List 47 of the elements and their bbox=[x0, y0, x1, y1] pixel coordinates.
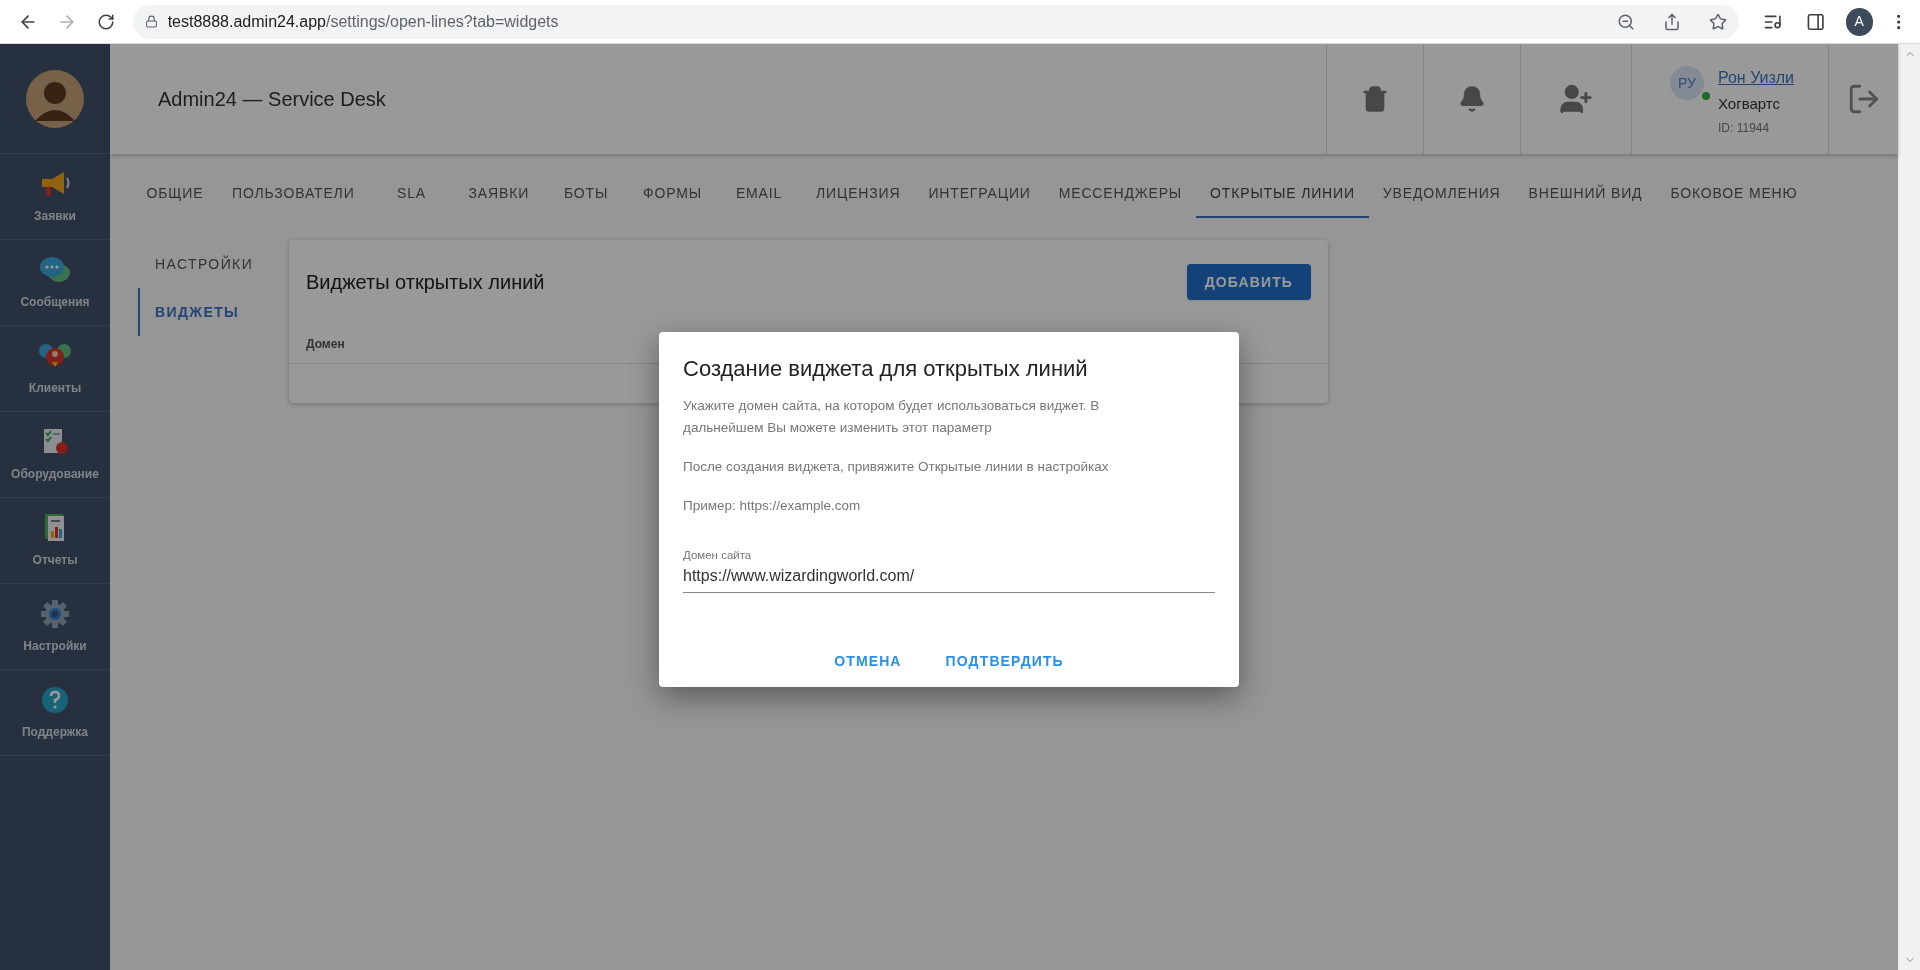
settings-tab[interactable]: ФОРМЫ bbox=[629, 170, 717, 218]
url-text: test8888.admin24.app/settings/open-lines?tab=widgets bbox=[167, 11, 559, 32]
side-panel-icon[interactable] bbox=[1806, 11, 1826, 32]
domain-field[interactable]: Домен сайта https://www.wizardingworld.com/ bbox=[683, 547, 1215, 594]
settings-tab[interactable]: БОТЫ bbox=[543, 170, 630, 218]
column-header: Домен bbox=[306, 335, 346, 353]
user-name-link[interactable]: Рон Уизли bbox=[1718, 66, 1794, 90]
reload-icon bbox=[97, 12, 116, 31]
avatar-icon bbox=[25, 68, 85, 129]
user-id: ID: 11944 bbox=[1718, 119, 1771, 137]
zoom-out-icon[interactable] bbox=[1616, 12, 1635, 31]
address-bar[interactable]: test8888.admin24.app/settings/open-lines?tab=widgets bbox=[132, 4, 1739, 39]
add-button[interactable]: ДОБАВИТЬ bbox=[1186, 264, 1311, 300]
settings-tab[interactable]: УВЕДОМЛЕНИЯ bbox=[1368, 170, 1515, 218]
bookmark-star-icon[interactable] bbox=[1708, 12, 1727, 31]
settings-tab[interactable]: ОТКРЫТЫЕ ЛИНИИ bbox=[1196, 170, 1369, 218]
profile-avatar[interactable]: A bbox=[1845, 7, 1873, 36]
dialog-button[interactable]: ПОДТВЕРДИТЬ bbox=[933, 643, 1076, 680]
dialog-title: Создание виджета для открытых линий bbox=[683, 355, 1089, 383]
settings-tab[interactable]: ЛИЦЕНЗИЯ bbox=[802, 170, 915, 218]
settings-tab[interactable]: ПОЛЬЗОВАТЕЛИ bbox=[218, 170, 369, 218]
settings-tab[interactable]: ИНТЕГРАЦИИ bbox=[914, 170, 1045, 218]
add-user-icon bbox=[1559, 82, 1593, 116]
dialog-text: Укажите домен сайта, на котором будет использоваться виджет. В дальнейшем Вы можете изменить этот параметр bbox=[683, 397, 1101, 437]
settings-tab[interactable]: ВНЕШНИЙ ВИД bbox=[1514, 170, 1657, 218]
user-initials-avatar: РУ bbox=[1670, 66, 1704, 100]
dialog-button[interactable]: ОТМЕНА bbox=[822, 643, 914, 680]
settings-tab[interactable]: ЗАЯВКИ bbox=[454, 170, 544, 218]
user-organization: Хогвартс bbox=[1718, 94, 1781, 114]
chat-bubbles-icon bbox=[38, 254, 72, 285]
settings-tab[interactable]: МЕССЕНДЖЕРЫ bbox=[1044, 170, 1197, 218]
domain-input[interactable]: https://www.wizardingworld.com/ bbox=[683, 564, 1215, 589]
field-label: Домен сайта bbox=[683, 548, 753, 563]
settings-tab[interactable]: ОБЩИЕ bbox=[132, 170, 218, 218]
gear-icon bbox=[38, 598, 72, 629]
trash-icon bbox=[1361, 85, 1389, 113]
share-icon[interactable] bbox=[1662, 12, 1681, 31]
lock-icon bbox=[144, 15, 158, 28]
dialog-text: Пример: https://example.com bbox=[683, 497, 862, 515]
dialog-text: После создания виджета, привяжите Открытые линии в настройках bbox=[683, 458, 1110, 476]
subnav-item[interactable]: НАСТРОЙКИ bbox=[138, 240, 289, 288]
settings-tab[interactable]: SLA bbox=[368, 170, 455, 218]
app-title: Admin24 — Service Desk bbox=[158, 87, 386, 112]
bell-icon bbox=[1458, 85, 1486, 113]
settings-tab[interactable]: EMAIL bbox=[716, 170, 803, 218]
settings-tab[interactable]: БОКОВОЕ МЕНЮ bbox=[1656, 170, 1812, 218]
card-title: Виджеты открытых линий bbox=[306, 270, 545, 295]
